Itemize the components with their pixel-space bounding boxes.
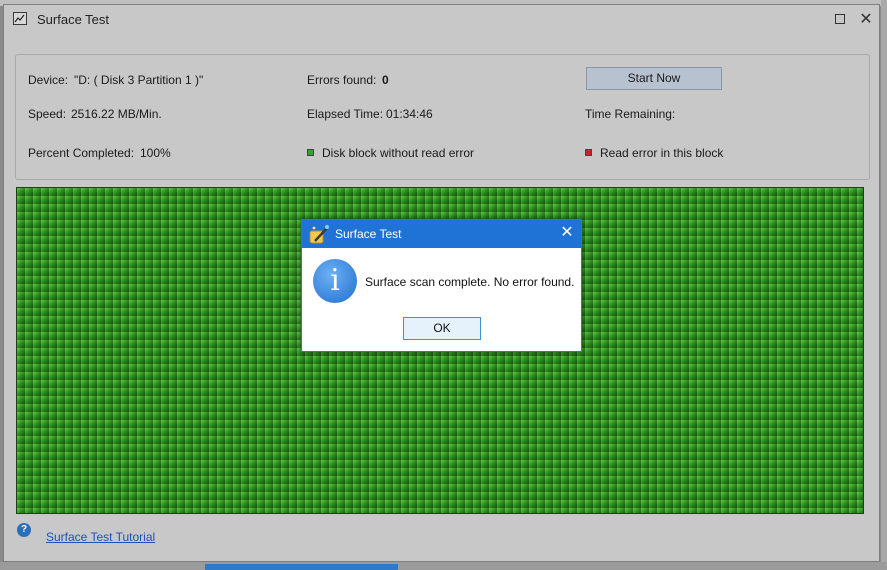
device-label: Device: xyxy=(28,73,69,87)
background-taskbar-strip xyxy=(0,562,887,570)
elapsed-label: Elapsed Time: xyxy=(307,107,384,121)
legend-error-label: Read error in this block xyxy=(600,146,724,160)
information-icon: i xyxy=(313,259,357,303)
maximize-icon xyxy=(835,14,845,24)
info-panel: Device: "D: ( Disk 3 Partition 1 )" Erro… xyxy=(15,54,870,180)
dialog-title: Surface Test xyxy=(335,227,402,241)
speed-label: Speed: xyxy=(28,107,67,121)
close-icon: ✕ xyxy=(859,11,873,28)
percent-label: Percent Completed: xyxy=(28,146,135,160)
magic-wand-icon xyxy=(308,223,332,245)
percent-value: 100% xyxy=(140,146,171,160)
window-title: Surface Test xyxy=(37,12,110,27)
dialog-message: Surface scan complete. No error found. xyxy=(365,275,575,289)
errors-label: Errors found: xyxy=(307,73,377,87)
start-now-button[interactable]: Start Now xyxy=(586,67,722,90)
help-icon[interactable]: ? xyxy=(17,523,31,537)
maximize-button[interactable] xyxy=(830,9,852,31)
elapsed-value: 01:34:46 xyxy=(386,107,433,121)
chart-line-icon xyxy=(13,12,27,25)
errors-value: 0 xyxy=(382,73,389,87)
speed-value: 2516.22 MB/Min. xyxy=(71,107,162,121)
time-remaining-label: Time Remaining: xyxy=(585,107,676,121)
device-value: "D: ( Disk 3 Partition 1 )" xyxy=(74,73,204,87)
background-app-edge xyxy=(881,0,887,570)
green-block-legend-icon xyxy=(307,149,314,156)
dialog-titlebar[interactable]: Surface Test ✕ xyxy=(302,220,581,248)
legend-ok-label: Disk block without read error xyxy=(322,146,475,160)
background-active-tab xyxy=(205,564,398,570)
ok-button[interactable]: OK xyxy=(403,317,481,340)
dialog-close-button[interactable]: ✕ xyxy=(557,223,577,243)
scan-complete-dialog: Surface Test ✕ i Surface scan complete. … xyxy=(301,219,582,352)
red-block-legend-icon xyxy=(585,149,592,156)
window-titlebar[interactable]: Surface Test ✕ xyxy=(4,5,879,35)
close-button[interactable]: ✕ xyxy=(855,9,877,31)
surface-test-tutorial-link[interactable]: Surface Test Tutorial xyxy=(46,530,155,544)
